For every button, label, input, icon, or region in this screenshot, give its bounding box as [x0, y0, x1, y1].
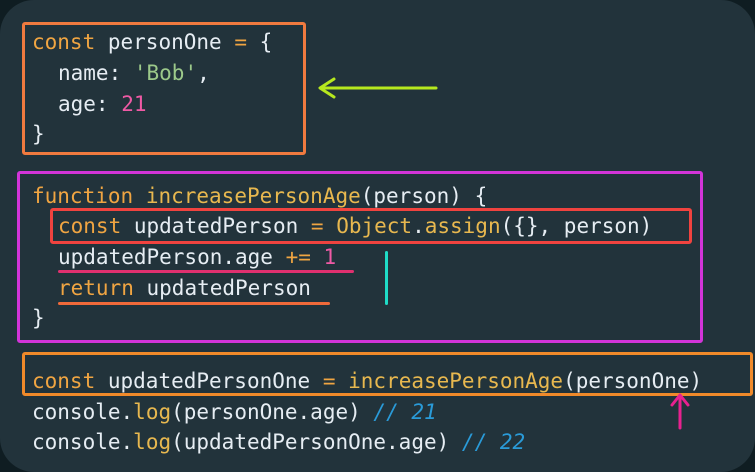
method-name: log [133, 430, 172, 454]
property-key: age: [58, 92, 109, 116]
green-arrow-icon [318, 77, 438, 99]
arguments: (personOne) [563, 369, 703, 393]
code-line-2: name: 'Bob', [58, 61, 210, 85]
pink-arrow-icon [670, 393, 690, 430]
expression: updatedPerson.age [58, 245, 273, 269]
increment-underline [58, 270, 354, 273]
return-underline [58, 302, 330, 305]
object-name: console [32, 430, 121, 454]
function-name: increasePersonAge [348, 369, 564, 393]
code-line-4: } [32, 122, 45, 146]
code-line-12: console.log(updatedPersonOne.age) // 22 [32, 430, 525, 454]
code-line-11: console.log(personOne.age) // 21 [32, 400, 437, 424]
comment: // 21 [373, 400, 437, 424]
operator: = [234, 30, 247, 54]
code-line-1: const personOne = { [32, 30, 272, 54]
code-line-6: const updatedPerson = Object.assign({}, … [58, 214, 652, 238]
keyword: const [58, 214, 122, 238]
brace: { [474, 184, 488, 208]
object-name: console [32, 400, 121, 424]
punctuation: . [120, 430, 134, 454]
arguments: (updatedPersonOne.age) [171, 430, 450, 454]
identifier: updatedPersonOne [107, 369, 311, 393]
arguments: (personOne.age) [171, 400, 361, 424]
property-key: name: [58, 61, 122, 85]
keyword: const [32, 369, 96, 393]
function-name: increasePersonAge [145, 184, 361, 208]
method-name: assign [424, 214, 501, 238]
string-literal: 'Bob' [133, 61, 198, 85]
comment: // 22 [461, 430, 526, 454]
code-line-9: } [32, 306, 45, 330]
text-cursor [385, 251, 388, 305]
punctuation: . [412, 214, 425, 238]
keyword: function [32, 184, 134, 208]
brace: } [32, 306, 45, 330]
operator: = [322, 369, 336, 393]
code-panel: const personOne = { name: 'Bob', age: 21… [0, 0, 755, 472]
arguments: ({}, person) [500, 214, 653, 238]
number-literal: 1 [323, 245, 337, 269]
number-literal: 21 [121, 92, 147, 116]
params: (person) [360, 184, 462, 208]
object-name: Object [336, 214, 413, 238]
code-line-3: age: 21 [58, 92, 147, 116]
code-line-7: updatedPerson.age += 1 [58, 245, 336, 269]
identifier: updatedPerson [146, 276, 311, 300]
identifier: personOne [107, 30, 222, 54]
brace: } [32, 122, 45, 146]
identifier: updatedPerson [133, 214, 299, 238]
code-line-8: return updatedPerson [58, 276, 311, 300]
operator: = [310, 214, 324, 238]
keyword: return [58, 276, 134, 300]
method-name: log [133, 400, 172, 424]
code-line-5: function increasePersonAge(person) { [32, 184, 487, 208]
brace: { [259, 30, 273, 54]
keyword: const [32, 30, 96, 54]
operator: += [285, 245, 311, 269]
code-line-10: const updatedPersonOne = increasePersonA… [32, 369, 702, 393]
punctuation: , [197, 61, 210, 85]
punctuation: . [120, 400, 134, 424]
